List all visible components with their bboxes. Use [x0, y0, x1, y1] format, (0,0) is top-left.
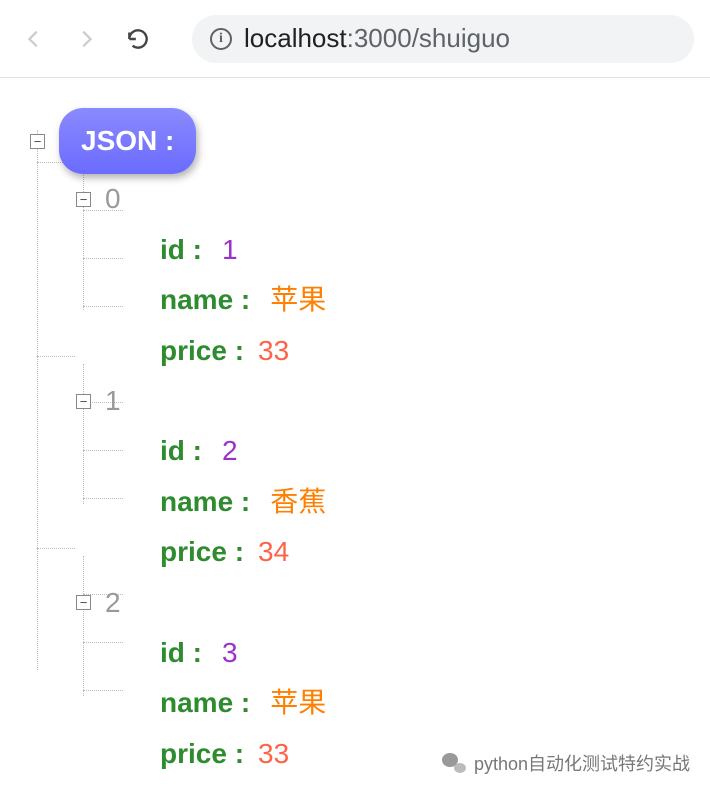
json-value: 33 [258, 326, 289, 376]
json-value: 3 [222, 628, 238, 678]
json-value: 香蕉 [270, 477, 326, 527]
collapse-toggle[interactable]: − [30, 134, 45, 149]
json-value: 苹果 [270, 275, 326, 325]
tree-kv-row: price : 34 [160, 527, 680, 577]
json-key: id : [160, 628, 202, 678]
json-root-badge: JSON : [59, 108, 196, 174]
tree-kv-row: id : 3 [160, 628, 680, 678]
json-value: 33 [258, 729, 289, 779]
json-key: price : [160, 527, 244, 577]
tree-kv-row: price : 33 [160, 326, 680, 376]
json-key: name : [160, 275, 250, 325]
tree-array-item: − 2 [76, 578, 680, 628]
json-key: id : [160, 426, 202, 476]
tree-kv-row: name : 苹果 [160, 275, 680, 325]
json-key: price : [160, 729, 244, 779]
json-key: name : [160, 477, 250, 527]
collapse-toggle[interactable]: − [76, 192, 91, 207]
tree-kv-row: id : 2 [160, 426, 680, 476]
reload-button[interactable] [120, 21, 156, 57]
browser-toolbar: i localhost:3000/shuiguo [0, 0, 710, 78]
json-tree: − JSON : − 0 id : 1 name : 苹果 price : 33… [30, 108, 680, 779]
json-value: 34 [258, 527, 289, 577]
watermark-text: python自动化测试特约实战 [474, 750, 690, 776]
json-key: name : [160, 678, 250, 728]
collapse-toggle[interactable]: − [76, 595, 91, 610]
array-index-label: 0 [105, 174, 121, 224]
json-key: id : [160, 225, 202, 275]
tree-kv-row: name : 苹果 [160, 678, 680, 728]
url-path: :3000/shuiguo [347, 23, 510, 53]
url-host: localhost [244, 23, 347, 53]
json-value: 1 [222, 225, 238, 275]
address-bar[interactable]: i localhost:3000/shuiguo [192, 15, 694, 63]
array-index-label: 2 [105, 578, 121, 628]
tree-root-row: − JSON : [30, 108, 680, 174]
watermark: python自动化测试特约实战 [442, 750, 690, 776]
json-value: 苹果 [270, 678, 326, 728]
back-button[interactable] [16, 21, 52, 57]
url-text: localhost:3000/shuiguo [244, 23, 510, 54]
page-viewport: − JSON : − 0 id : 1 name : 苹果 price : 33… [0, 78, 710, 794]
tree-kv-row: name : 香蕉 [160, 477, 680, 527]
info-icon[interactable]: i [210, 28, 232, 50]
wechat-icon [442, 753, 466, 773]
forward-button[interactable] [68, 21, 104, 57]
json-key: price : [160, 326, 244, 376]
tree-kv-row: id : 1 [160, 225, 680, 275]
json-value: 2 [222, 426, 238, 476]
tree-array-item: − 1 [76, 376, 680, 426]
array-index-label: 1 [105, 376, 121, 426]
collapse-toggle[interactable]: − [76, 394, 91, 409]
tree-array-item: − 0 [76, 174, 680, 224]
